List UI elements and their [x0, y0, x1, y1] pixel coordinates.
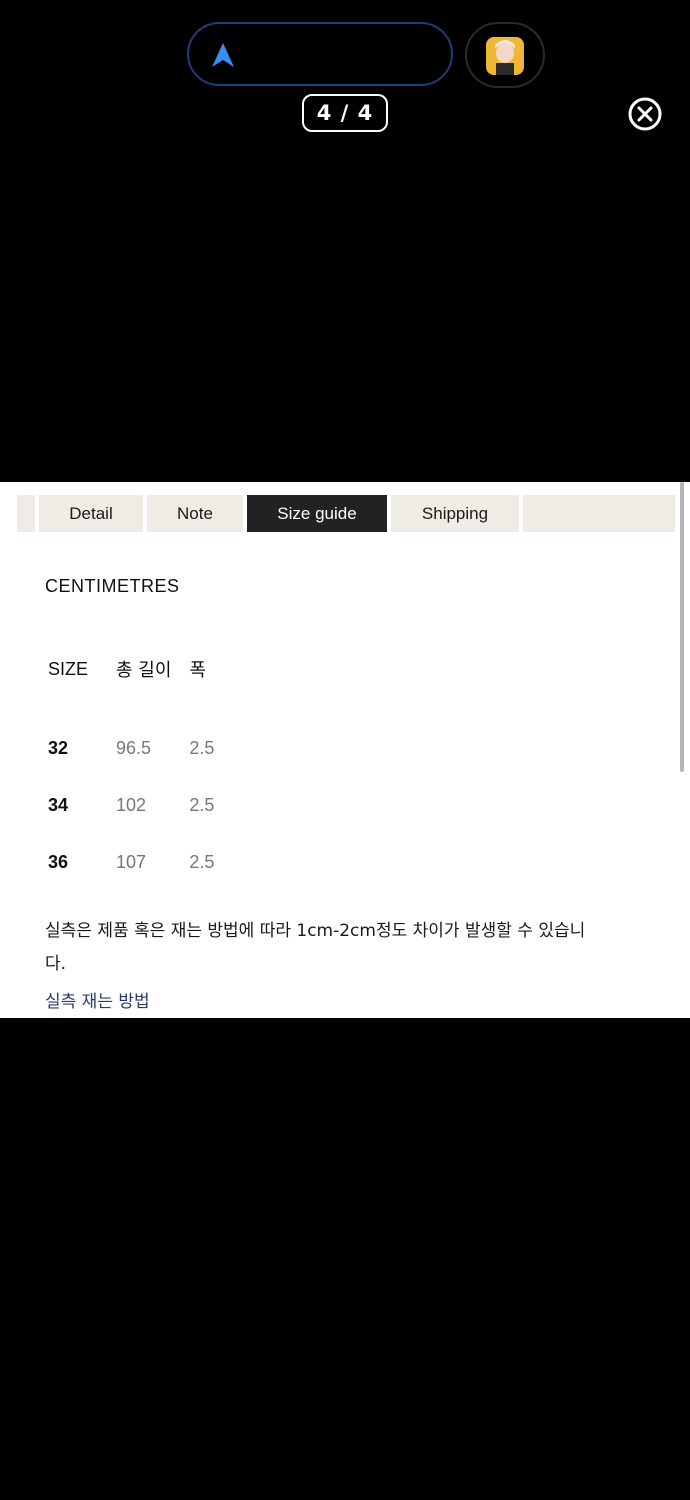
column-header-width: 폭 — [189, 660, 206, 681]
close-icon[interactable] — [627, 96, 663, 132]
tab-blank — [523, 495, 675, 532]
length-cell: 107 — [116, 852, 147, 872]
product-info-panel: Detail Note Size guide Shipping CENTIMET… — [0, 482, 690, 1018]
image-counter: 4 / 4 — [302, 94, 388, 132]
length-cell: 102 — [116, 795, 147, 815]
measurement-note: 실측은 제품 혹은 재는 방법에 따라 1cm-2cm정도 차이가 발생할 수 … — [45, 921, 586, 974]
how-to-measure-link[interactable]: 실측 재는 방법 — [45, 987, 150, 1012]
table-row: 36 107 2.5 — [48, 834, 232, 891]
length-cell: 96.5 — [116, 738, 152, 758]
width-cell: 2.5 — [189, 738, 215, 758]
column-header-size: SIZE — [48, 658, 89, 679]
avatar-button[interactable] — [465, 22, 545, 88]
tab-size-guide[interactable]: Size guide — [247, 495, 387, 532]
tab-note[interactable]: Note — [147, 495, 243, 532]
tab-detail[interactable]: Detail — [39, 495, 143, 532]
width-cell: 2.5 — [189, 795, 215, 815]
size-cell: 34 — [48, 795, 69, 815]
navigation-arrow-icon — [212, 43, 234, 67]
scrollbar[interactable] — [680, 482, 684, 772]
width-cell: 2.5 — [189, 852, 215, 872]
search-pill[interactable] — [187, 22, 453, 86]
size-cell: 32 — [48, 738, 69, 758]
tab-shipping[interactable]: Shipping — [391, 495, 519, 532]
table-row: 34 102 2.5 — [48, 777, 232, 834]
unit-label: CENTIMETRES — [45, 576, 180, 596]
column-header-length: 총 길이 — [116, 660, 172, 681]
size-cell: 36 — [48, 852, 69, 872]
table-row: 32 96.5 2.5 — [48, 706, 232, 777]
size-table: SIZE 총 길이 폭 32 96.5 2.5 34 102 2.5 36 10… — [48, 654, 232, 891]
tab-edge — [17, 495, 35, 532]
avatar — [486, 37, 524, 75]
tab-strip: Detail Note Size guide Shipping — [17, 495, 675, 532]
